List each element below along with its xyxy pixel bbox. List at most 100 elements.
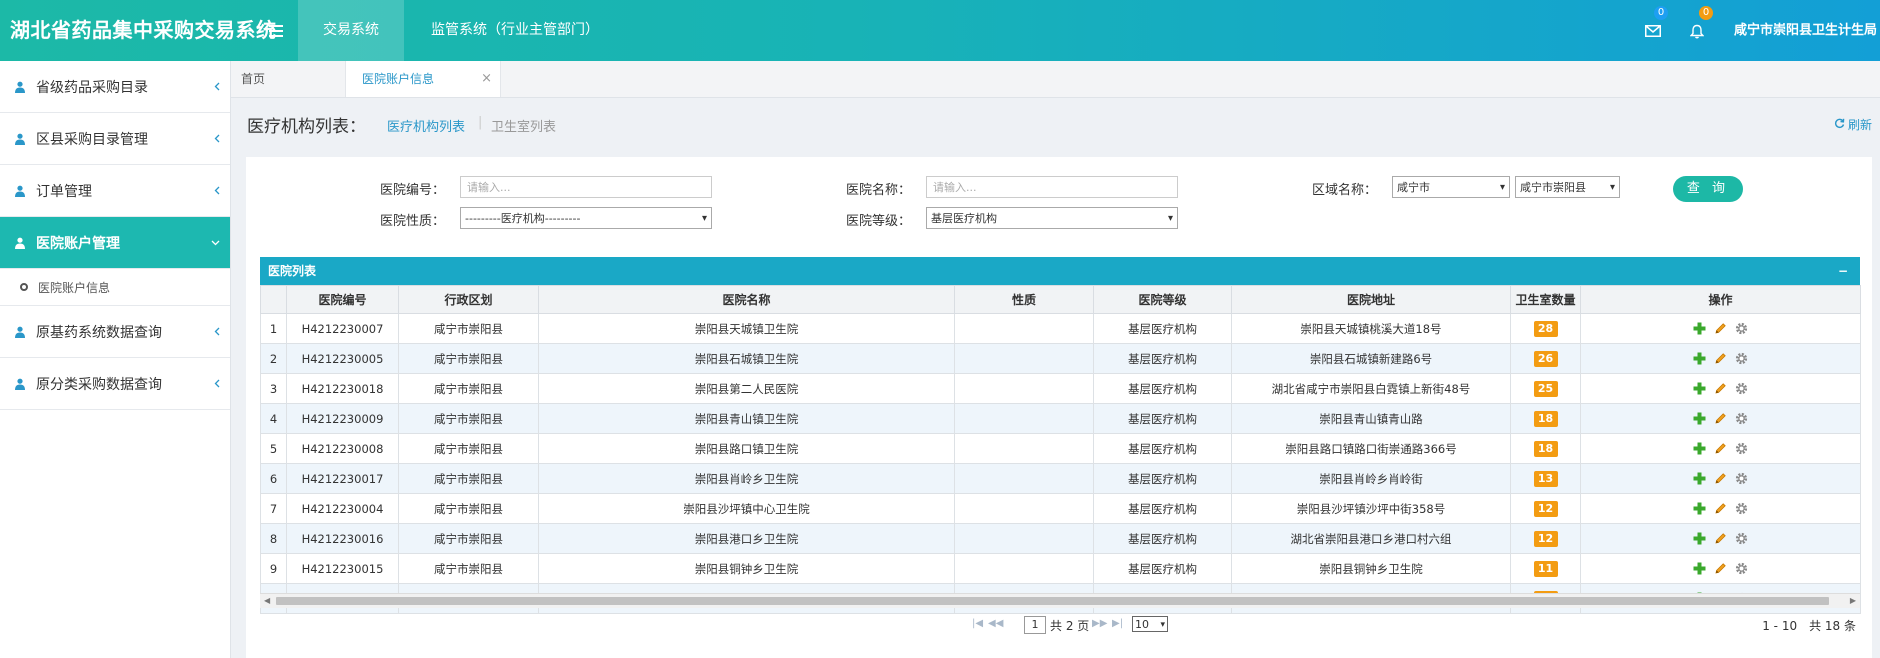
table-row[interactable]: 2 H4212230005 咸宁市崇阳县 崇阳县石城镇卫生院 基层医疗机构 崇阳县石城镇新… [260, 343, 1861, 374]
table-row[interactable]: 1 H4212230007 咸宁市崇阳县 崇阳县天城镇卫生院 基层医疗机构 崇阳县天城镇桃… [260, 313, 1861, 344]
settings-icon[interactable] [1735, 352, 1748, 365]
edit-icon[interactable] [1714, 532, 1727, 545]
column-header[interactable]: 卫生室数量 [1510, 285, 1581, 314]
sidebar-item-legacy-category-procurement[interactable]: 原分类采购数据查询 [0, 358, 230, 410]
hospital-level-select[interactable]: 基层医疗机构 ▾ [926, 207, 1178, 229]
page-size-select[interactable]: 10 ▾ [1132, 616, 1168, 632]
settings-icon[interactable] [1735, 502, 1748, 515]
bell-icon[interactable] [1686, 20, 1708, 42]
link-institution-list[interactable]: 医疗机构列表 [387, 116, 465, 135]
nav-tab-trading[interactable]: 交易系统 [298, 0, 404, 61]
column-header [260, 285, 287, 314]
settings-icon[interactable] [1735, 382, 1748, 395]
table-row[interactable]: 4 H4212230009 咸宁市崇阳县 崇阳县青山镇卫生院 基层医疗机构 崇阳县青山镇青… [260, 403, 1861, 434]
column-header[interactable]: 医院名称 [538, 285, 955, 314]
tab-label: 医院账户信息 [362, 72, 435, 86]
top-navbar: 湖北省药品集中采购交易系统 交易系统 监管系统（行业主管部门） 0 0 咸宁市崇… [0, 0, 1880, 61]
table-row[interactable]: 9 H4212230015 咸宁市崇阳县 崇阳县铜钟乡卫生院 基层医疗机构 崇阳县铜钟乡卫… [260, 553, 1861, 584]
cell-region: 咸宁市崇阳县 [398, 403, 539, 434]
cell-actions [1580, 493, 1861, 524]
sidebar-item-orders[interactable]: 订单管理 [0, 165, 230, 217]
tab-hospital-account-info[interactable]: 医院账户信息 × [345, 61, 501, 97]
sidebar-item-county-catalog[interactable]: 区县采购目录管理 [0, 113, 230, 165]
envelope-icon[interactable] [1642, 20, 1664, 42]
add-icon[interactable] [1693, 442, 1706, 455]
sidebar-item-provincial-catalog[interactable]: 省级药品采购目录 [0, 61, 230, 113]
region-county-select[interactable]: 咸宁市崇阳县 ▾ [1515, 176, 1620, 198]
chevron-down-icon: ▾ [1167, 212, 1173, 224]
column-header[interactable]: 医院地址 [1231, 285, 1511, 314]
prev-page-icon[interactable]: ◀◀ [988, 618, 1003, 629]
cell-nature [954, 403, 1094, 434]
chevron-left-icon [214, 306, 220, 357]
page-number-input[interactable]: 1 [1024, 616, 1046, 634]
record-info: 1 - 10 共 18 条 [1762, 619, 1856, 633]
link-clinic-list[interactable]: 卫生室列表 [491, 116, 556, 135]
cell-idx: 1 [260, 313, 287, 344]
cell-code: H4212230005 [286, 343, 399, 374]
sidebar-item-legacy-essential-drugs[interactable]: 原基药系统数据查询 [0, 306, 230, 358]
scrollbar-thumb[interactable] [276, 597, 1829, 605]
add-icon[interactable] [1693, 532, 1706, 545]
add-icon[interactable] [1693, 352, 1706, 365]
settings-icon[interactable] [1735, 562, 1748, 575]
hospital-no-input[interactable] [460, 176, 712, 198]
tab-home[interactable]: 首页 [241, 61, 265, 97]
query-button[interactable]: 查 询 [1673, 176, 1743, 202]
add-icon[interactable] [1693, 472, 1706, 485]
column-header[interactable]: 性质 [954, 285, 1094, 314]
scroll-right-arrow-icon[interactable]: ▶ [1850, 594, 1856, 608]
nav-tab-supervision[interactable]: 监管系统（行业主管部门） [420, 0, 610, 61]
table-row[interactable]: 5 H4212230008 咸宁市崇阳县 崇阳县路口镇卫生院 基层医疗机构 崇阳县路口镇路… [260, 433, 1861, 464]
user-name[interactable]: 咸宁市崇阳县卫生计生局 [1734, 0, 1877, 61]
hospital-name-input[interactable] [926, 176, 1178, 198]
first-page-icon[interactable]: |◀ [972, 618, 983, 629]
add-icon[interactable] [1693, 502, 1706, 515]
settings-icon[interactable] [1735, 412, 1748, 425]
edit-icon[interactable] [1714, 562, 1727, 575]
add-icon[interactable] [1693, 562, 1706, 575]
sidebar-subitem-hospital-account-info[interactable]: 医院账户信息 [0, 269, 230, 306]
chevron-left-icon [214, 61, 220, 112]
next-page-icon[interactable]: ▶▶ [1092, 618, 1107, 629]
edit-icon[interactable] [1714, 352, 1727, 365]
table-row[interactable]: 3 H4212230018 咸宁市崇阳县 崇阳县第二人民医院 基层医疗机构 湖北省咸宁市崇… [260, 373, 1861, 404]
collapse-icon[interactable]: − [1838, 257, 1848, 285]
last-page-icon[interactable]: ▶| [1112, 618, 1123, 629]
settings-icon[interactable] [1735, 532, 1748, 545]
menu-toggle-icon[interactable] [266, 0, 286, 61]
horizontal-scrollbar[interactable]: ◀ ▶ [260, 593, 1860, 608]
settings-icon[interactable] [1735, 442, 1748, 455]
region-city-select[interactable]: 咸宁市 ▾ [1392, 176, 1510, 198]
chevron-down-icon: ▾ [1609, 181, 1615, 193]
add-icon[interactable] [1693, 322, 1706, 335]
edit-icon[interactable] [1714, 502, 1727, 515]
close-icon[interactable]: × [481, 61, 492, 97]
cell-idx: 6 [260, 463, 287, 494]
clinic-count-badge: 12 [1533, 500, 1558, 517]
sidebar-item-hospital-accounts[interactable]: 医院账户管理 [0, 217, 230, 269]
column-header[interactable]: 医院编号 [286, 285, 399, 314]
settings-icon[interactable] [1735, 322, 1748, 335]
cell-actions [1580, 403, 1861, 434]
scroll-left-arrow-icon[interactable]: ◀ [264, 594, 270, 608]
refresh-button[interactable]: 刷新 [1834, 116, 1872, 133]
settings-icon[interactable] [1735, 472, 1748, 485]
edit-icon[interactable] [1714, 412, 1727, 425]
cell-nature [954, 553, 1094, 584]
edit-icon[interactable] [1714, 322, 1727, 335]
column-header[interactable]: 行政区划 [398, 285, 539, 314]
edit-icon[interactable] [1714, 382, 1727, 395]
table-row[interactable]: 8 H4212230016 咸宁市崇阳县 崇阳县港口乡卫生院 基层医疗机构 湖北省崇阳县港… [260, 523, 1861, 554]
column-header[interactable]: 医院等级 [1093, 285, 1232, 314]
chevron-left-icon [214, 113, 220, 164]
region-city-value: 咸宁市 [1397, 181, 1430, 194]
table-row[interactable]: 6 H4212230017 咸宁市崇阳县 崇阳县肖岭乡卫生院 基层医疗机构 崇阳县肖岭乡肖… [260, 463, 1861, 494]
edit-icon[interactable] [1714, 442, 1727, 455]
hospital-nature-select[interactable]: ---------医疗机构--------- ▾ [460, 207, 712, 229]
user-icon [14, 80, 28, 94]
add-icon[interactable] [1693, 412, 1706, 425]
edit-icon[interactable] [1714, 472, 1727, 485]
table-row[interactable]: 7 H4212230004 咸宁市崇阳县 崇阳县沙坪镇中心卫生院 基层医疗机构 崇阳县沙坪… [260, 493, 1861, 524]
add-icon[interactable] [1693, 382, 1706, 395]
